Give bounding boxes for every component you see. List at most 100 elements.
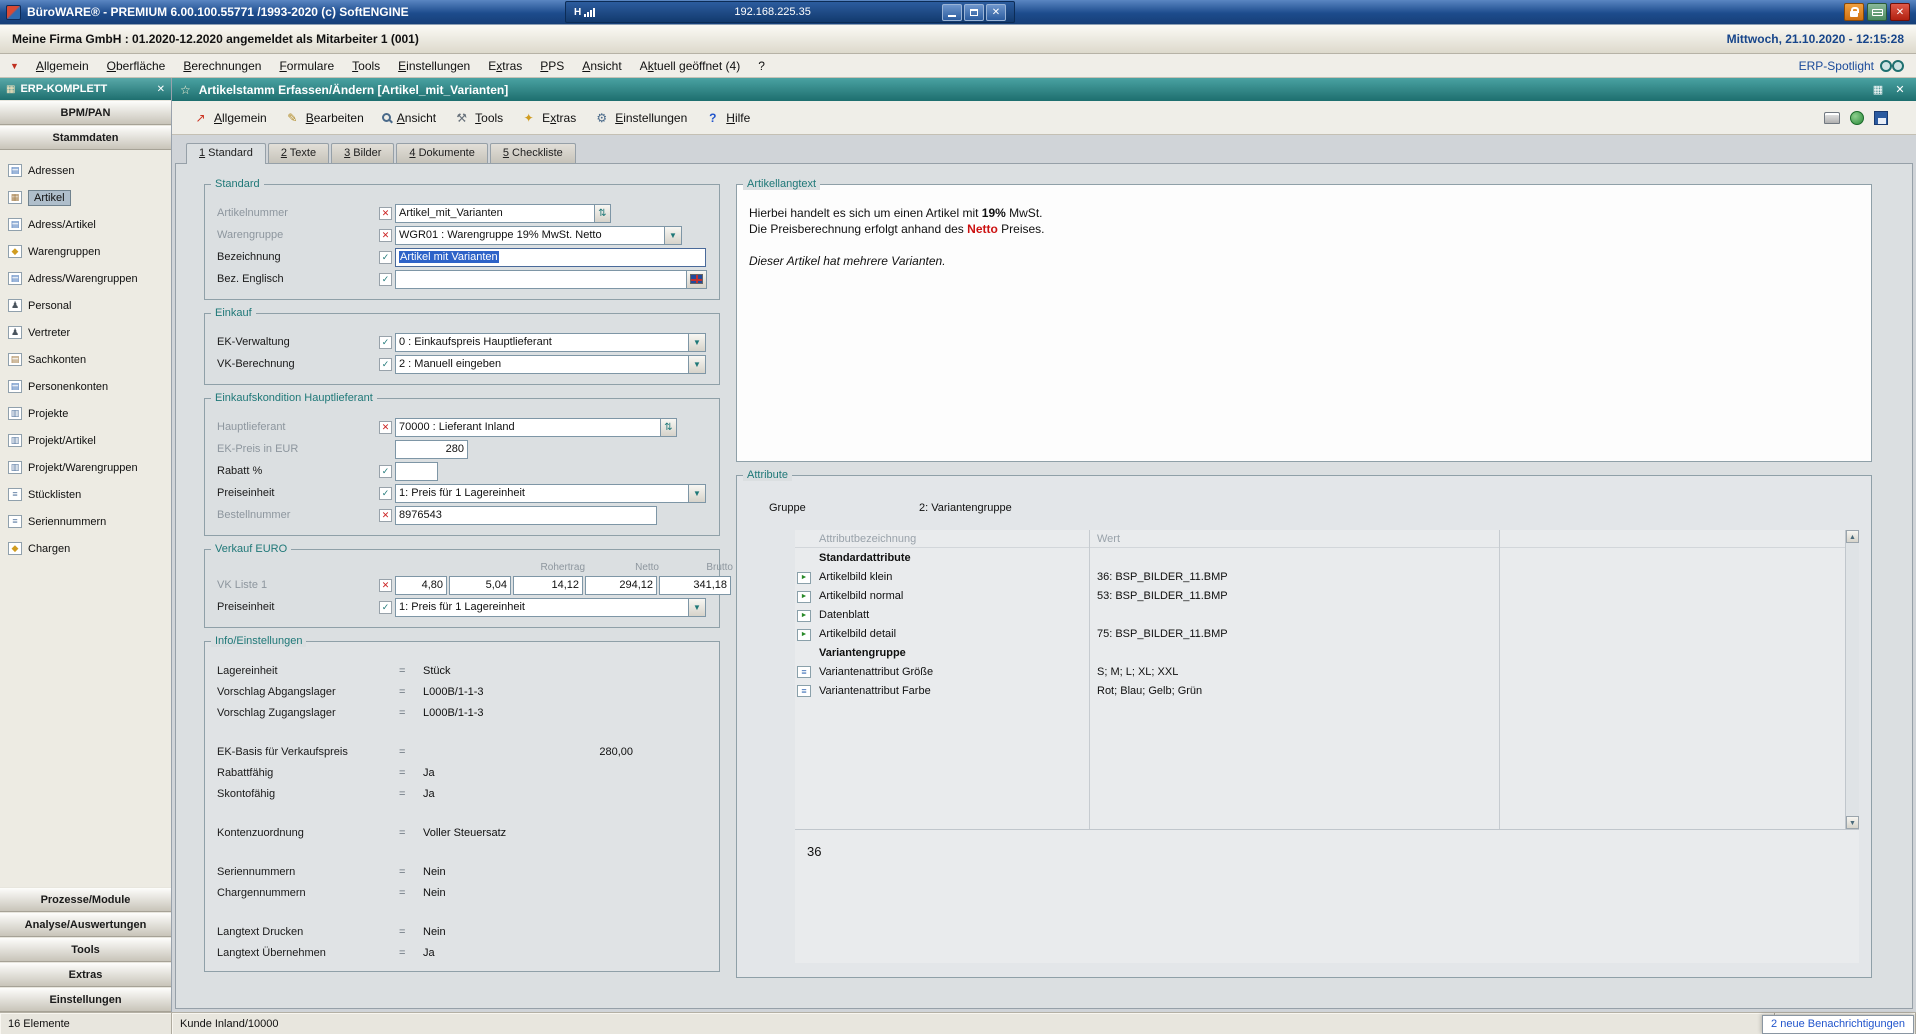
menu-aktuell-geoeffnet[interactable]: Aktuell geöffnet (4) [631,57,750,75]
menu-einstellungen[interactable]: Einstellungen [389,57,479,75]
sidebar-section-einstellungen[interactable]: Einstellungen [0,987,171,1012]
vk-preiseinheit-select[interactable] [395,597,689,617]
field-editable-icon[interactable]: ✓ [379,357,392,371]
sidebar-item-projekt-warengruppen[interactable]: ▥ Projekt/Warengruppen [8,454,171,481]
sidebar-header[interactable]: ▦ ERP-KOMPLETT ✕ [0,78,171,100]
field-locked-icon[interactable]: ✕ [379,508,392,522]
tab-texte[interactable]: 2 Texte [267,143,330,163]
scroll-down-icon[interactable]: ▼ [1846,816,1859,829]
attribute-group-row[interactable]: Standardattribute [795,548,1859,567]
globe-icon[interactable] [1850,110,1864,125]
sidebar-section-tools[interactable]: Tools [0,937,171,962]
attribute-scrollbar[interactable]: ▲ ▼ [1845,530,1859,829]
menu-berechnungen[interactable]: Berechnungen [174,57,270,75]
artikelnummer-input[interactable] [395,203,595,223]
sidebar-section-bpm-pan[interactable]: BPM/PAN [0,100,171,125]
vk-berechnung-dropdown-button[interactable]: ▼ [689,354,706,374]
hauptlieferant-input[interactable] [395,417,661,437]
attribute-detail-pane[interactable]: 36 [795,830,1859,963]
menu-allgemein[interactable]: Allgemein [27,57,98,75]
menu-collapse-icon[interactable]: ▼ [10,61,19,71]
close-button[interactable]: ✕ [986,3,1006,21]
erp-spotlight[interactable]: ERP-Spotlight [1799,59,1908,73]
sidebar-item-adressen[interactable]: ▤ Adressen [8,157,171,184]
vk-rohertrag-input[interactable] [513,575,583,595]
attribute-row[interactable]: ► Artikelbild normal 53: BSP_BILDER_11.B… [795,586,1859,605]
ek-verwaltung-select[interactable] [395,332,689,352]
window-layout-icon[interactable]: ▦ [1870,83,1886,96]
toolbar-einstellungen[interactable]: ⚙ Einstellungen [585,106,696,130]
sidebar-item-warengruppen[interactable]: ◆ Warengruppen [8,238,171,265]
minimize-button[interactable] [942,3,962,21]
vk-preiseinheit-dropdown-button[interactable]: ▼ [689,597,706,617]
attribute-row[interactable]: ► Artikelbild klein 36: BSP_BILDER_11.BM… [795,567,1859,586]
lock-tray-button[interactable] [1844,3,1864,21]
toolbar-allgemein[interactable]: ↗ Allgemein [184,106,276,130]
ek-verwaltung-dropdown-button[interactable]: ▼ [689,332,706,352]
toolbar-hilfe[interactable]: ? Hilfe [696,106,759,130]
vk-netto-input[interactable] [585,575,657,595]
attribute-row[interactable]: ≡ Variantenattribut Größe S; M; L; XL; X… [795,662,1859,681]
rabatt-input[interactable] [395,461,438,481]
favorite-star-icon[interactable]: ☆ [180,83,191,97]
attribute-row[interactable]: ► Datenblatt [795,605,1859,624]
sidebar-item-chargen[interactable]: ◆ Chargen [8,535,171,562]
tab-standard[interactable]: 1 Standard [186,143,266,164]
menu-tools[interactable]: Tools [343,57,389,75]
toolbar-bearbeiten[interactable]: ✎ Bearbeiten [276,106,373,130]
bez-englisch-input[interactable] [395,269,687,289]
sidebar-section-stammdaten[interactable]: Stammdaten [0,125,171,150]
preiseinheit-dropdown-button[interactable]: ▼ [689,483,706,503]
sidebar-item-personal[interactable]: ♟ Personal [8,292,171,319]
sidebar-item-stuecklisten[interactable]: ≡ Stücklisten [8,481,171,508]
sidebar-item-adress-artikel[interactable]: ▤ Adress/Artikel [8,211,171,238]
menu-pps[interactable]: PPS [531,57,573,75]
preiseinheit-select[interactable] [395,483,689,503]
window-close-icon[interactable]: ✕ [1892,83,1908,96]
vk-berechnung-select[interactable] [395,354,689,374]
attribute-row[interactable]: ≡ Variantenattribut Farbe Rot; Blau; Gel… [795,681,1859,700]
attribute-group-row[interactable]: Variantengruppe [795,643,1859,662]
vk-wert-1-input[interactable] [395,575,447,595]
field-editable-icon[interactable]: ✓ [379,486,392,500]
menu-oberflaeche[interactable]: Oberfläche [98,57,175,75]
sidebar-item-projekt-artikel[interactable]: ▥ Projekt/Artikel [8,427,171,454]
tab-dokumente[interactable]: 4 Dokumente [396,143,488,163]
sidebar-item-projekte[interactable]: ▥ Projekte [8,400,171,427]
field-locked-icon[interactable]: ✕ [379,578,392,592]
sidebar-section-analyse-auswertungen[interactable]: Analyse/Auswertungen [0,912,171,937]
field-editable-icon[interactable]: ✓ [379,600,392,614]
fieldset-artikellangtext[interactable]: Artikellangtext Hierbei handelt es sich … [736,178,1872,462]
ek-preis-input[interactable] [395,439,468,459]
translation-flag-button[interactable] [687,269,707,289]
scroll-up-icon[interactable]: ▲ [1846,530,1859,543]
restore-button[interactable] [964,3,984,21]
sidebar-item-personenkonten[interactable]: ▤ Personenkonten [8,373,171,400]
menu-ansicht[interactable]: Ansicht [573,57,630,75]
field-editable-icon[interactable]: ✓ [379,464,392,478]
field-editable-icon[interactable]: ✓ [379,250,392,264]
field-locked-icon[interactable]: ✕ [379,420,392,434]
sidebar-item-adress-warengruppen[interactable]: ▤ Adress/Warengruppen [8,265,171,292]
notification-popup[interactable]: 2 neue Benachrichtigungen [1762,1015,1914,1034]
field-locked-icon[interactable]: ✕ [379,228,392,242]
vk-wert-2-input[interactable] [449,575,511,595]
artikelnummer-lookup-button[interactable]: ⇅ [595,203,611,223]
sidebar-item-artikel[interactable]: ▦ Artikel [8,184,171,211]
field-editable-icon[interactable]: ✓ [379,272,392,286]
attribute-row[interactable]: ► Artikelbild detail 75: BSP_BILDER_11.B… [795,624,1859,643]
print-icon[interactable] [1824,111,1840,124]
menu-hilfe[interactable]: ? [749,57,774,75]
sidebar-section-prozesse-module[interactable]: Prozesse/Module [0,887,171,912]
sidebar-section-extras[interactable]: Extras [0,962,171,987]
warengruppe-input[interactable] [395,225,665,245]
keyboard-tray-button[interactable] [1867,3,1887,21]
toolbar-ansicht[interactable]: Ansicht [373,106,445,130]
sidebar-item-vertreter[interactable]: ♟ Vertreter [8,319,171,346]
sidebar-close-icon[interactable]: ✕ [157,84,165,95]
bestellnummer-input[interactable] [395,505,657,525]
menu-formulare[interactable]: Formulare [270,57,343,75]
bezeichnung-input[interactable]: Artikel mit Varianten [395,247,706,267]
field-editable-icon[interactable]: ✓ [379,335,392,349]
field-locked-icon[interactable]: ✕ [379,206,392,220]
